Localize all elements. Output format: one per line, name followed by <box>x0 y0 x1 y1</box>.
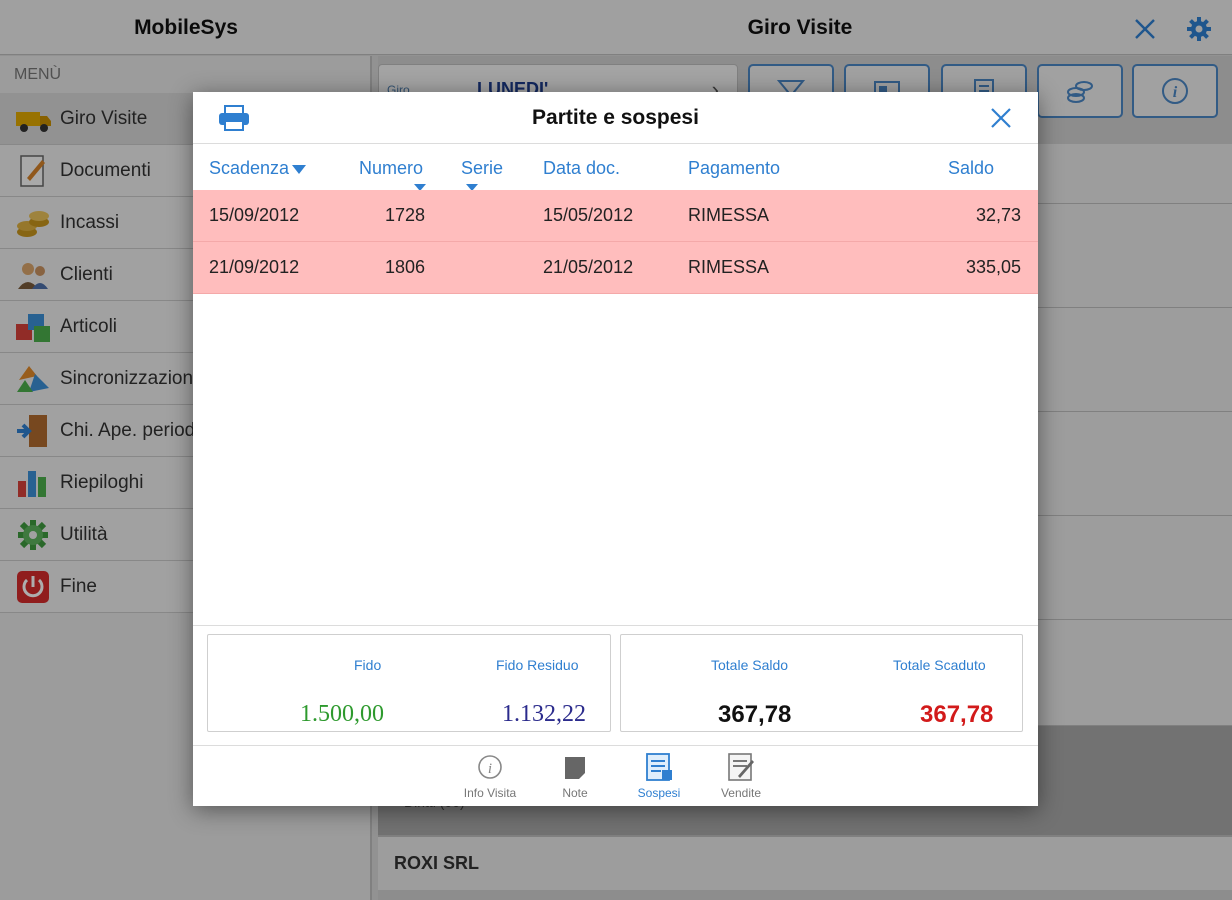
partite-sospesi-dialog: Partite e sospesi Scadenza Numero Serie … <box>193 92 1038 806</box>
tab-sospesi[interactable]: Sospesi <box>619 752 699 804</box>
sospesi-table: 15/09/2012 1728 15/05/2012 RIMESSA 32,73… <box>193 190 1038 294</box>
tab-info-visita[interactable]: i Info Visita <box>450 752 530 804</box>
totale-saldo-label: Totale Saldo <box>711 657 789 673</box>
cell-saldo: 32,73 <box>975 205 1021 225</box>
tab-note[interactable]: Note <box>535 752 615 804</box>
fido-residuo-value: 1.132,22 <box>502 701 586 727</box>
fido-value: 1.500,00 <box>300 701 384 727</box>
cell-scadenza: 15/09/2012 <box>209 205 300 225</box>
sort-desc-icon <box>292 164 307 174</box>
cell-numero: 1728 <box>385 205 426 225</box>
print-icon[interactable] <box>217 104 251 132</box>
sospesi-icon <box>644 752 674 782</box>
fido-label: Fido <box>354 657 382 673</box>
tab-label: Info Visita <box>463 786 517 800</box>
tab-label: Vendite <box>720 786 762 800</box>
dialog-tabbar: i Info Visita Note Sospesi Vendite <box>193 745 1038 806</box>
column-header-saldo[interactable]: Saldo <box>948 158 994 179</box>
cell-pagamento: RIMESSA <box>688 205 770 225</box>
info-icon: i <box>475 752 505 782</box>
cell-data-doc: 15/05/2012 <box>543 205 634 225</box>
tab-label: Note <box>562 786 588 800</box>
note-icon <box>560 752 590 782</box>
table-row[interactable]: 21/09/2012 1806 21/05/2012 RIMESSA 335,0… <box>193 242 1038 294</box>
column-label: Scadenza <box>209 158 290 178</box>
totale-saldo-value: 367,78 <box>718 701 792 728</box>
column-header-data-doc[interactable]: Data doc. <box>543 158 620 179</box>
cell-pagamento: RIMESSA <box>688 257 770 277</box>
fido-residuo-label: Fido Residuo <box>496 657 579 673</box>
cell-saldo: 335,05 <box>965 257 1021 277</box>
totali-box: Totale Saldo Totale Scaduto 367,78 367,7… <box>620 634 1023 732</box>
tab-label: Sospesi <box>637 786 681 800</box>
column-header-numero[interactable]: Numero <box>359 158 423 179</box>
fido-box: Fido Fido Residuo 1.500,00 1.132,22 <box>207 634 611 732</box>
column-header-scadenza[interactable]: Scadenza <box>209 158 307 179</box>
svg-text:i: i <box>488 761 492 777</box>
totale-scaduto-value: 367,78 <box>920 701 994 728</box>
summary-panel: Fido Fido Residuo 1.500,00 1.132,22 Tota… <box>193 625 1038 745</box>
table-row[interactable]: 15/09/2012 1728 15/05/2012 RIMESSA 32,73 <box>193 190 1038 242</box>
cell-scadenza: 21/09/2012 <box>209 257 300 277</box>
vendite-icon <box>726 752 756 782</box>
dialog-title: Partite e sospesi <box>532 106 699 129</box>
totale-scaduto-label: Totale Scaduto <box>893 657 986 673</box>
cell-data-doc: 21/05/2012 <box>543 257 634 277</box>
column-header-pagamento[interactable]: Pagamento <box>688 158 780 179</box>
cell-numero: 1806 <box>385 257 426 277</box>
dialog-header: Partite e sospesi <box>193 92 1038 144</box>
column-header-serie[interactable]: Serie <box>461 158 503 179</box>
table-header: Scadenza Numero Serie Data doc. Pagament… <box>193 144 1038 191</box>
close-icon[interactable] <box>989 106 1013 130</box>
tab-vendite[interactable]: Vendite <box>701 752 781 804</box>
